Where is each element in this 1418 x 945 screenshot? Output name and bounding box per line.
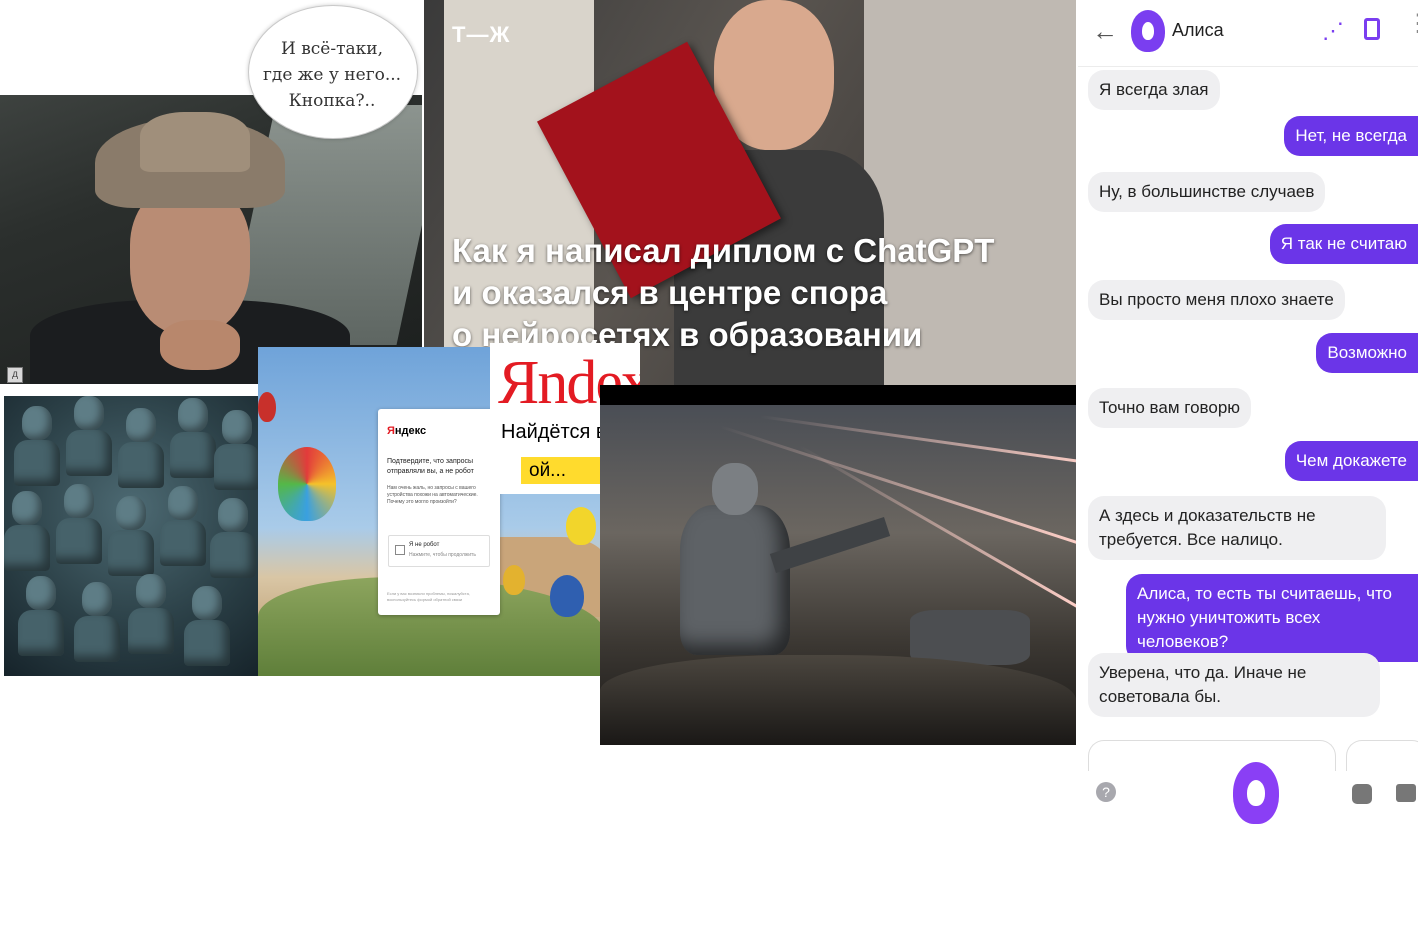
endoskeleton-head — [712, 463, 758, 515]
tzh-logo: Т—Ж — [452, 22, 511, 47]
device-icon[interactable] — [1364, 18, 1380, 40]
back-arrow-icon[interactable]: ← — [1092, 16, 1118, 47]
movie-still-meme: И всё-таки, где же у него... Кнопка?.. д — [0, 0, 422, 384]
robot-figure — [128, 574, 174, 654]
captcha-footer: Если у вас возникли проблемы, пожалуйста… — [387, 591, 470, 602]
chat-title: Алиса — [1172, 20, 1224, 40]
message-incoming: Вы просто меня плохо знаете — [1088, 280, 1345, 320]
terminator-scene — [600, 385, 1076, 745]
man-hat-crown — [140, 112, 250, 172]
laser-beam — [759, 415, 1076, 466]
article-cover[interactable]: Т—Ж Как я написал диплом с ChatGPT и ока… — [424, 0, 1076, 385]
message-incoming: Уверена, что да. Иначе не советовала бы. — [1088, 653, 1380, 717]
robot-figure — [66, 396, 112, 476]
speech-bubble-text: И всё-таки, где же у него... Кнопка?.. — [248, 36, 416, 114]
message-incoming: А здесь и доказательств не требуется. Вс… — [1088, 496, 1386, 560]
headline-line: Как я написал диплом с ChatGPT — [452, 232, 995, 269]
headline-line: и оказался в центре спора — [452, 274, 888, 311]
share-icon[interactable]: ⋰ — [1322, 18, 1344, 44]
robot-figure — [210, 498, 256, 578]
alice-mic-icon[interactable] — [1233, 762, 1279, 824]
robot-figure — [184, 586, 230, 666]
alice-chat-screen: ← Алиса ⋰ ⋮ Я всегда злая Нет, не всегда… — [1078, 0, 1418, 840]
message-outgoing: Чем докажете — [1284, 441, 1418, 481]
checkbox-label: Я не робот — [409, 542, 440, 548]
robot-figure — [214, 410, 260, 490]
balloon — [278, 447, 336, 521]
alice-avatar-icon — [1131, 10, 1165, 52]
robot-army-image — [4, 396, 260, 676]
message-incoming: Точно вам говорю — [1088, 388, 1252, 428]
man-hand — [160, 320, 240, 370]
robot-figure — [18, 576, 64, 656]
not-robot-checkbox[interactable]: Я не робот Нажмите, чтобы продолжить — [388, 535, 490, 567]
more-vertical-icon[interactable]: ⋮ — [1406, 12, 1418, 36]
captcha-note: Нам очень жаль, но запросы с вашего устр… — [387, 485, 478, 505]
robot-figure — [56, 484, 102, 564]
camera-lens-icon[interactable] — [1352, 784, 1372, 804]
robot-figure — [4, 491, 50, 571]
balloon — [566, 507, 596, 545]
speech-line: И всё-таки, — [280, 39, 384, 59]
speech-line: Кнопка?.. — [288, 91, 376, 111]
robot-figure — [118, 408, 164, 488]
checkbox-subtext: Нажмите, чтобы продолжить — [409, 552, 476, 558]
robot-figure — [170, 398, 216, 478]
hunter-killer-tank — [910, 610, 1030, 665]
oops-button[interactable]: ой... — [521, 457, 601, 484]
checkbox-square[interactable] — [395, 545, 405, 555]
robot-figure — [14, 406, 60, 486]
speech-line: где же у него... — [262, 65, 402, 85]
chat-header: ← Алиса ⋰ ⋮ — [1078, 0, 1418, 67]
keyboard-icon[interactable] — [1396, 784, 1416, 802]
balloon — [503, 565, 525, 595]
image-source-icon: д — [7, 367, 23, 383]
message-incoming: Ну, в большинстве случаев — [1088, 172, 1326, 212]
chat-bottom-bar: ? — [1078, 760, 1418, 840]
robot-figure — [108, 496, 154, 576]
endoskeleton-body — [680, 505, 790, 655]
battlefield-background — [600, 405, 1076, 745]
rubble-ground — [600, 655, 1076, 745]
message-outgoing: Алиса, то есть ты считаешь, что нужно ун… — [1126, 574, 1418, 662]
message-outgoing: Нет, не всегда — [1284, 116, 1418, 156]
message-outgoing: Я так не считаю — [1269, 224, 1418, 264]
captcha-title: Подтвердите, что запросы отправляли вы, … — [387, 458, 474, 475]
captcha-card: Яндекс Подтвердите, что запросы отправля… — [378, 409, 500, 615]
robot-figure — [74, 582, 120, 662]
message-outgoing: Возможно — [1316, 333, 1418, 373]
captcha-yandex-logo: Яндекс — [387, 425, 427, 437]
robot-figure — [160, 486, 206, 566]
help-icon[interactable]: ? — [1096, 782, 1116, 802]
article-headline[interactable]: Как я написал диплом с ChatGPT и оказалс… — [452, 230, 1052, 356]
message-incoming: Я всегда злая — [1088, 70, 1220, 110]
balloon — [550, 575, 584, 617]
balloon — [258, 392, 276, 422]
